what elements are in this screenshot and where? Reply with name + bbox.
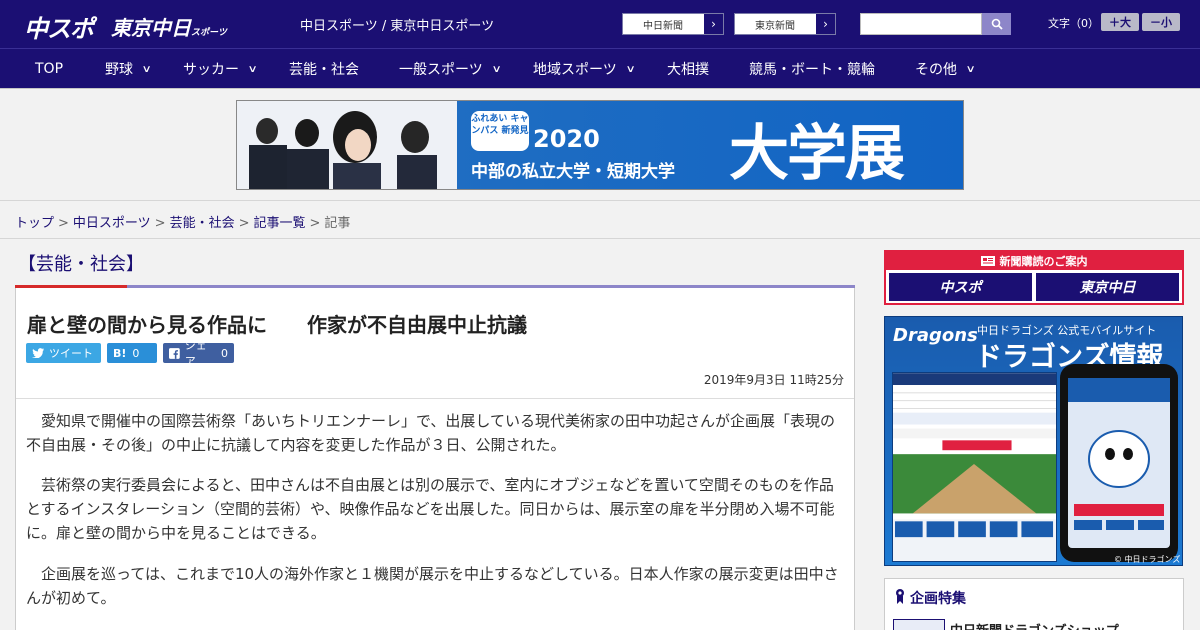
university-fair-banner[interactable]: ふれあい キャンパス 新発見 2020 中部の私立大学・短期大学 大学展 <box>236 100 964 190</box>
article-top-rule-accent <box>15 285 127 288</box>
font-size-increase-button[interactable]: ＋大 <box>1101 13 1139 31</box>
twitter-bird-icon <box>32 348 44 358</box>
breadcrumb-separator: > <box>238 216 250 231</box>
breadcrumb-separator: > <box>154 216 166 231</box>
chevron-down-icon: ∨ <box>491 63 502 75</box>
font-size-label: 文字（0） <box>1048 17 1099 30</box>
nav-item-sumo[interactable]: 大相撲 <box>667 49 709 89</box>
chevron-down-icon: ∨ <box>141 63 152 75</box>
subscription-title: 新聞購読のご案内 <box>999 255 1088 268</box>
subscription-logos: 中スポ 東京中日 <box>886 270 1182 304</box>
breadcrumb-top[interactable]: トップ <box>15 216 54 231</box>
nav-item-entertainment[interactable]: 芸能・社会 <box>289 49 359 89</box>
nav-label: 地域スポーツ <box>533 62 617 78</box>
breadcrumb-separator: > <box>309 216 321 231</box>
search-input[interactable] <box>860 13 982 35</box>
nav-item-general-sports[interactable]: 一般スポーツ ∨ <box>399 49 502 89</box>
banner-subtitle: 中部の私立大学・短期大学 <box>471 162 675 182</box>
tokyo-shimbun-link[interactable]: 東京新聞 › <box>734 13 836 35</box>
breadcrumb-chunichi-sports[interactable]: 中日スポーツ <box>73 216 151 231</box>
main-nav: TOP 野球 ∨ サッカー ∨ 芸能・社会 一般スポーツ ∨ 地域スポーツ ∨ 大相撲 … <box>0 48 1200 89</box>
scoreboard-illustration <box>892 372 1057 562</box>
nav-item-racing[interactable]: 競馬・ボート・競輪 <box>749 49 875 89</box>
nav-item-baseball[interactable]: 野球 ∨ <box>105 49 152 89</box>
article-top-rule <box>15 285 855 288</box>
hatena-bookmark-button[interactable]: B! 0 <box>107 343 157 363</box>
search-icon <box>991 18 1003 30</box>
nav-label: サッカー <box>183 62 239 78</box>
breadcrumb-entertainment[interactable]: 芸能・社会 <box>170 216 235 231</box>
section-label: 【芸能・社会】 <box>18 254 144 275</box>
dragons-copyright: © 中日ドラゴンズ <box>1114 555 1181 564</box>
chevron-right-icon: › <box>703 14 723 34</box>
ribbon-icon <box>896 589 904 604</box>
article-divider <box>16 398 854 399</box>
breadcrumb: トップ > 中日スポーツ > 芸能・社会 > 記事一覧 > 記事 <box>15 212 350 231</box>
nav-label: 野球 <box>105 62 133 78</box>
banner-year: 2020 <box>533 125 600 153</box>
subscription-box[interactable]: 新聞購読のご案内 中スポ 東京中日 <box>884 250 1184 305</box>
banner-title: 大学展 <box>729 119 905 189</box>
subscribe-chunichi-sports[interactable]: 中スポ <box>889 273 1032 301</box>
nav-item-soccer[interactable]: サッカー ∨ <box>183 49 258 89</box>
article-headline: 扉と壁の間から見る作品に 作家が不自由展中止抗議 <box>27 313 527 337</box>
facebook-share-button[interactable]: シェア 0 <box>163 339 234 368</box>
students-illustration <box>237 101 457 189</box>
article-paragraph: 企画展を巡っては、これまで10人の海外作家と１機関が展示を中止するなどしている。… <box>26 565 839 607</box>
chevron-right-icon: › <box>815 14 835 34</box>
smartphone-illustration <box>1060 364 1178 562</box>
chevron-down-icon: ∨ <box>625 63 636 75</box>
article-paragraph: 芸術祭の実行委員会によると、田中さんは不自由展とは別の展示で、室内にオブジェなど… <box>26 476 835 542</box>
nav-label: 芸能・社会 <box>289 62 359 78</box>
nav-item-other[interactable]: その他 ∨ <box>915 49 976 89</box>
banner-badge: ふれあい キャンパス 新発見 <box>471 111 529 151</box>
feature-item-dragons-shop[interactable]: 中日新聞ドラゴンズショップ <box>950 620 1119 630</box>
twitter-share-button[interactable]: ツイート <box>26 343 101 363</box>
nav-item-top[interactable]: TOP <box>35 49 63 89</box>
breadcrumb-separator: > <box>58 216 69 231</box>
dragons-logo: Dragons <box>893 325 978 346</box>
nav-item-local-sports[interactable]: 地域スポーツ ∨ <box>533 49 636 89</box>
chunichi-shimbun-link[interactable]: 中日新聞 › <box>622 13 724 35</box>
site-name: 中日スポーツ / 東京中日スポーツ <box>300 19 495 34</box>
tokyo-chunichi-logo-text: 東京中日 <box>111 16 191 40</box>
chunichi-shimbun-label: 中日新聞 <box>643 20 683 32</box>
chunichi-sports-logo[interactable]: 中スポ <box>24 9 94 44</box>
chevron-down-icon: ∨ <box>965 63 976 75</box>
article-paragraph: 愛知県で開催中の国際芸術祭「あいちトリエンナーレ」で、出展している現代美術家の田… <box>26 412 835 454</box>
twitter-share-label: ツイート <box>49 347 93 360</box>
tokyo-chunichi-logo-small: スポーツ <box>191 28 227 38</box>
nav-label: TOP <box>35 61 64 77</box>
top-header: 中スポ 東京中日スポーツ 中日スポーツ / 東京中日スポーツ 中日新聞 › 東京… <box>0 0 1200 48</box>
feature-title: 企画特集 <box>910 591 966 607</box>
search-button[interactable] <box>982 13 1011 35</box>
article-date: 2019年9月3日 11時25分 <box>703 373 844 387</box>
font-size-decrease-button[interactable]: －小 <box>1142 13 1180 31</box>
breadcrumb-current: 記事 <box>324 216 351 231</box>
breadcrumb-bar: トップ > 中日スポーツ > 芸能・社会 > 記事一覧 > 記事 <box>0 200 1200 239</box>
facebook-share-count: 0 <box>221 346 228 360</box>
subscription-header: 新聞購読のご案内 <box>886 252 1182 270</box>
nav-label: その他 <box>915 62 957 78</box>
nav-label: 競馬・ボート・競輪 <box>749 62 875 78</box>
hatena-bookmark-icon: B! <box>113 346 127 360</box>
tokyo-chunichi-logo[interactable]: 東京中日スポーツ <box>111 12 227 41</box>
nav-label: 一般スポーツ <box>399 62 483 78</box>
facebook-share-label: シェア <box>184 339 207 368</box>
nav-label: 大相撲 <box>667 62 709 78</box>
newspaper-icon <box>980 256 995 266</box>
breadcrumb-article-list[interactable]: 記事一覧 <box>254 216 306 231</box>
tokyo-shimbun-label: 東京新聞 <box>755 20 795 32</box>
feature-thumbnail[interactable] <box>893 619 945 630</box>
chevron-down-icon: ∨ <box>247 63 258 75</box>
facebook-icon <box>169 347 180 359</box>
subscribe-tokyo-chunichi[interactable]: 東京中日 <box>1036 273 1179 301</box>
hatena-bookmark-count: 0 <box>132 346 140 360</box>
